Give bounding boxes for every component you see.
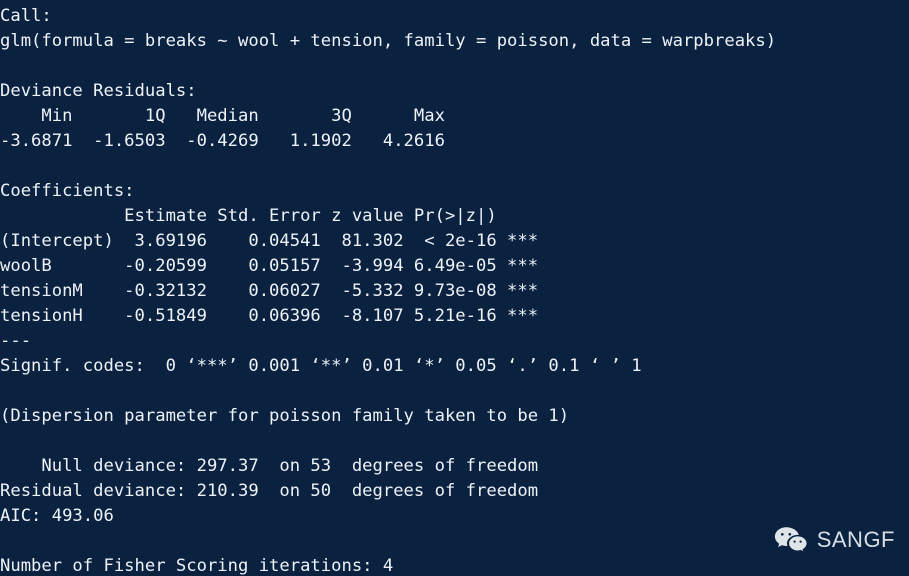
r-console-output: Call: glm(formula = breaks ~ wool + tens…	[0, 0, 909, 576]
line-signif-codes: Signif. codes: 0 ‘***’ 0.001 ‘**’ 0.01 ‘…	[0, 356, 642, 376]
line-coefficient-woolb: woolB -0.20599 0.05157 -3.994 6.49e-05 *…	[0, 256, 539, 276]
line-residual-deviance: Residual deviance: 210.39 on 50 degrees …	[0, 481, 539, 501]
line-coefficient-tensionm: tensionM -0.32132 0.06027 -5.332 9.73e-0…	[0, 281, 539, 301]
watermark: SANGF	[774, 526, 895, 554]
line-separator: ---	[0, 331, 32, 351]
line-coefficient-intercept: (Intercept) 3.69196 0.04541 81.302 < 2e-…	[0, 231, 539, 251]
line-coefficients-label: Coefficients:	[0, 181, 135, 201]
line-fisher-iterations: Number of Fisher Scoring iterations: 4	[0, 556, 394, 576]
wechat-icon	[774, 526, 808, 554]
line-coefficient-tensionh: tensionH -0.51849 0.06396 -8.107 5.21e-1…	[0, 306, 539, 326]
line-deviance-residuals-headers: Min 1Q Median 3Q Max	[0, 106, 466, 126]
watermark-label: SANGF	[816, 527, 895, 552]
line-coefficients-headers: Estimate Std. Error z value Pr(>|z|)	[0, 206, 539, 226]
line-call-label: Call:	[0, 6, 52, 26]
line-aic: AIC: 493.06	[0, 506, 114, 526]
line-null-deviance: Null deviance: 297.37 on 53 degrees of f…	[0, 456, 539, 476]
line-deviance-residuals-values: -3.6871 -1.6503 -0.4269 1.1902 4.2616	[0, 131, 466, 151]
line-deviance-residuals-label: Deviance Residuals:	[0, 81, 197, 101]
console-text-block: Call: glm(formula = breaks ~ wool + tens…	[0, 4, 776, 576]
line-call-formula: glm(formula = breaks ~ wool + tension, f…	[0, 31, 777, 51]
line-dispersion: (Dispersion parameter for poisson family…	[0, 406, 570, 426]
